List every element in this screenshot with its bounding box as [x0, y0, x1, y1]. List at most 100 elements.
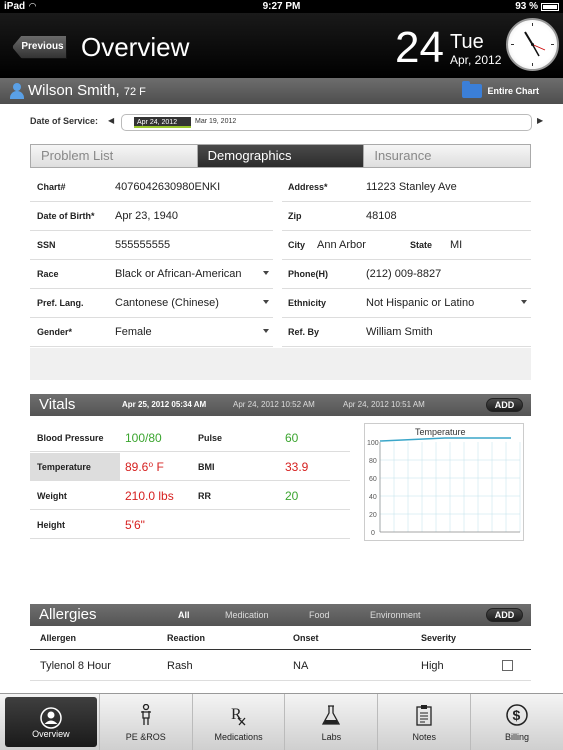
- previous-button[interactable]: Previous: [12, 35, 67, 59]
- ethnicity-select[interactable]: Ethnicity Not Hispanic or Latino: [282, 289, 531, 318]
- allergies-title: Allergies: [39, 606, 97, 623]
- temperature-series-line: [379, 437, 511, 442]
- vitals-date-tab[interactable]: Apr 24, 2012 10:51 AM: [343, 400, 425, 409]
- tab-pe-ros[interactable]: PE &ROS: [98, 694, 192, 750]
- tab-billing[interactable]: $ Billing: [470, 694, 563, 750]
- zip-value[interactable]: 48108: [366, 210, 397, 222]
- entire-chart-button[interactable]: Entire Chart: [462, 81, 539, 98]
- selected-date[interactable]: Apr 24, 2012: [134, 117, 191, 128]
- folder-icon: [462, 81, 483, 98]
- tab-label: Overview: [32, 729, 70, 739]
- ethnicity-label: Ethnicity: [288, 298, 327, 308]
- tab-notes[interactable]: Notes: [377, 694, 470, 750]
- section-tabs: Problem List Demographics Insurance: [30, 144, 531, 168]
- bmi-value: 33.9: [285, 460, 309, 474]
- vitals-row: Height 5'6": [30, 511, 350, 539]
- chart-title: Temperature: [415, 427, 466, 437]
- dropdown-caret-icon[interactable]: [263, 329, 269, 333]
- ethnicity-value[interactable]: Not Hispanic or Latino: [366, 297, 474, 309]
- tab-demographics[interactable]: Demographics: [196, 145, 364, 167]
- patient-age-sex: 72 F: [123, 86, 146, 98]
- allergies-table-header: Allergen Reaction Onset Severity: [30, 626, 531, 650]
- bottom-tab-bar: Overview PE &ROS R Medications Labs Note…: [0, 693, 563, 750]
- filter-medication[interactable]: Medication: [225, 610, 269, 620]
- refby-value[interactable]: William Smith: [366, 326, 433, 338]
- tab-label: Notes: [412, 732, 436, 742]
- filter-environment[interactable]: Environment: [370, 610, 421, 620]
- battery-status: 93 %: [515, 1, 559, 12]
- address-row[interactable]: Address* 11223 Stanley Ave: [282, 173, 531, 202]
- vitals-header: Vitals Apr 25, 2012 05:34 AM Apr 24, 201…: [30, 394, 531, 416]
- tab-insurance[interactable]: Insurance: [363, 145, 531, 167]
- pulse-label: Pulse: [198, 433, 223, 443]
- y-tick-label: 0: [371, 530, 375, 537]
- gender-value[interactable]: Female: [115, 326, 152, 338]
- refby-label: Ref. By: [288, 327, 320, 337]
- tab-problem-list[interactable]: Problem List: [31, 145, 197, 167]
- zip-row[interactable]: Zip 48108: [282, 202, 531, 231]
- filter-all[interactable]: All: [178, 610, 190, 620]
- patient-bar: Wilson Smith, 72 F Entire Chart: [0, 78, 563, 104]
- state-value[interactable]: MI: [450, 239, 462, 251]
- pref-lang-select[interactable]: Pref. Lang. Cantonese (Chinese): [30, 289, 273, 318]
- date-weekday: Tue: [450, 31, 484, 53]
- dob-value[interactable]: Apr 23, 1940: [115, 210, 178, 222]
- tab-medications[interactable]: R Medications: [191, 694, 285, 750]
- phone-value[interactable]: (212) 009-8827: [366, 268, 441, 280]
- tab-overview[interactable]: Overview: [5, 697, 97, 747]
- rx-icon: R: [231, 706, 246, 726]
- filter-food[interactable]: Food: [309, 610, 330, 620]
- bp-label: Blood Pressure: [37, 433, 104, 443]
- vitals-date-tab[interactable]: Apr 24, 2012 10:52 AM: [233, 400, 315, 409]
- dropdown-caret-icon[interactable]: [263, 300, 269, 304]
- person-circle-icon: [40, 707, 62, 729]
- status-time: 9:27 PM: [262, 1, 301, 12]
- pref-lang-label: Pref. Lang.: [37, 298, 84, 308]
- tab-label: PE &ROS: [125, 732, 166, 742]
- add-allergy-button[interactable]: ADD: [486, 608, 523, 622]
- vitals-date-tab[interactable]: Apr 25, 2012 05:34 AM: [122, 400, 206, 409]
- dropdown-caret-icon[interactable]: [263, 271, 269, 275]
- ssn-row[interactable]: SSN 555555555: [30, 231, 273, 260]
- city-value[interactable]: Ann Arbor: [317, 239, 366, 251]
- temperature-chart[interactable]: Temperature 100 80 60 40 20 0: [364, 423, 524, 541]
- column-header: Onset: [293, 633, 319, 643]
- address-value[interactable]: 11223 Stanley Ave: [366, 181, 457, 193]
- dollar-icon: $: [506, 704, 528, 726]
- phone-row[interactable]: Phone(H) (212) 009-8827: [282, 260, 531, 289]
- height-label: Height: [37, 520, 65, 530]
- dob-row[interactable]: Date of Birth* Apr 23, 1940: [30, 202, 273, 231]
- date-prev-arrow-icon[interactable]: ◀: [108, 116, 114, 125]
- date-of-service-slider[interactable]: Apr 24, 2012 Mar 19, 2012: [121, 114, 532, 131]
- vitals-row: Blood Pressure 100/80 Pulse 60: [30, 424, 350, 452]
- dob-label: Date of Birth*: [37, 211, 95, 221]
- date-option[interactable]: Mar 19, 2012: [195, 118, 236, 125]
- city-label: City: [288, 240, 306, 250]
- dropdown-caret-icon[interactable]: [521, 300, 527, 304]
- row-checkbox[interactable]: [502, 660, 513, 671]
- date-next-arrow-icon[interactable]: ▶: [537, 116, 543, 125]
- tab-label: Labs: [321, 732, 342, 742]
- chart-number-value: 4076042630980ENKI: [115, 181, 221, 193]
- race-value[interactable]: Black or African-American: [115, 268, 242, 280]
- vitals-title: Vitals: [39, 396, 76, 413]
- vitals-row: Temperature 89.6⁰ F BMI 33.9: [30, 453, 350, 481]
- refby-row[interactable]: Ref. By William Smith: [282, 318, 531, 347]
- city-state-row[interactable]: City Ann Arbor State MI: [282, 231, 531, 260]
- add-vitals-button[interactable]: ADD: [486, 398, 523, 412]
- battery-icon: [541, 2, 559, 11]
- weight-value: 210.0 lbs: [125, 489, 174, 503]
- gender-select[interactable]: Gender* Female: [30, 318, 273, 347]
- tab-labs[interactable]: Labs: [284, 694, 377, 750]
- svg-text:$: $: [513, 707, 521, 723]
- pref-lang-value[interactable]: Cantonese (Chinese): [115, 297, 219, 309]
- severity-cell: High: [421, 660, 444, 672]
- race-select[interactable]: Race Black or African-American: [30, 260, 273, 289]
- zip-label: Zip: [288, 211, 302, 221]
- y-tick-label: 80: [369, 458, 377, 465]
- y-tick-label: 60: [369, 476, 377, 483]
- table-row[interactable]: Tylenol 8 Hour Rash NA High: [30, 651, 531, 681]
- ssn-value[interactable]: 555555555: [115, 239, 170, 251]
- bp-value: 100/80: [125, 431, 162, 445]
- tab-label: Billing: [505, 732, 530, 742]
